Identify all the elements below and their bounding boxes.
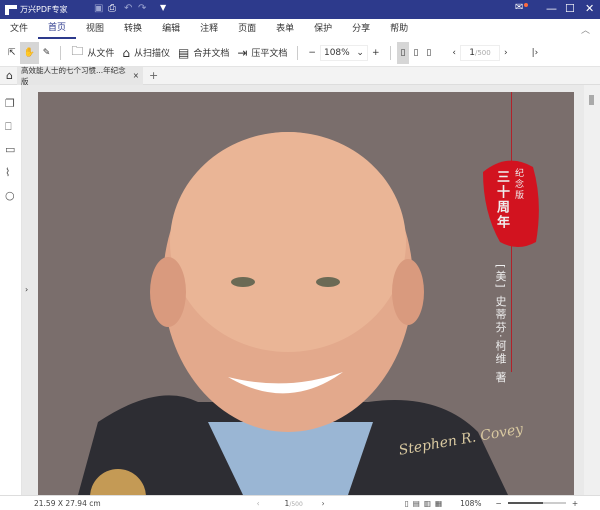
flatten-icon: ⇥	[237, 45, 248, 60]
minimize-button[interactable]: —	[546, 2, 557, 15]
zoom-select[interactable]: 108% ⌄	[319, 44, 368, 61]
merge-button[interactable]: ▤ 合并文档	[174, 42, 233, 64]
page-size: 21.59 X 27.94 cm	[34, 498, 101, 508]
app-title: 万兴PDF专家	[20, 5, 68, 14]
from-scanner-label: 从扫描仪	[133, 49, 170, 59]
select-tool-icon[interactable]: ⇱	[0, 42, 20, 64]
maximize-button[interactable]: ☐	[565, 2, 575, 15]
close-button[interactable]: ✕	[585, 2, 594, 15]
document-icon: ▤	[177, 45, 190, 60]
pdf-page: 三十周年 纪念版 [美] 史蒂芬·柯维 著 Stephen R. Covey	[38, 92, 574, 495]
status-page-total: /500	[289, 500, 303, 508]
from-scanner-button[interactable]: ⌂ 从扫描仪	[118, 42, 174, 64]
menu-protect[interactable]: 保护	[304, 19, 342, 39]
status-zoom: 108%	[460, 498, 482, 508]
menu-share[interactable]: 分享	[342, 19, 380, 39]
tab-bar: ⌂ 高效能人士的七个习惯...年纪念版 × +	[0, 65, 600, 86]
from-file-button[interactable]: 🗀 从文件	[67, 42, 118, 64]
view-mode-icons[interactable]: ▯▤▥▦	[405, 499, 446, 508]
menu-file[interactable]: 文件	[0, 19, 38, 39]
fit-width-icon[interactable]: ▯	[396, 41, 410, 64]
status-prev-page[interactable]: ‹	[257, 499, 260, 508]
title-bar: 万兴PDF专家 ▣ ⎙ ↶ ↷ ▼ ✉ — ☐ ✕	[0, 0, 600, 19]
undo-icon[interactable]: ↶	[124, 3, 132, 14]
scanner-icon: ⌂	[122, 45, 130, 60]
document-tab[interactable]: 高效能人士的七个习惯...年纪念版 ×	[16, 65, 143, 86]
zoom-value: 108%	[323, 47, 350, 58]
redo-icon[interactable]: ↷	[138, 3, 146, 14]
close-tab-icon[interactable]: ×	[133, 71, 139, 80]
bookmark-icon[interactable]: ⎕	[5, 120, 12, 134]
menu-convert[interactable]: 转换	[114, 19, 152, 39]
collapse-ribbon-icon[interactable]: ︿	[581, 23, 590, 36]
menu-view[interactable]: 视图	[76, 19, 114, 39]
next-page-button[interactable]: ›	[500, 42, 512, 64]
seal-main-text: 三十周年	[494, 170, 509, 230]
tab-label: 高效能人士的七个习惯...年纪念版	[20, 65, 126, 86]
app-logo-icon	[5, 4, 17, 15]
page-total: /500	[474, 48, 491, 57]
prev-page-button[interactable]: ‹	[448, 42, 460, 64]
left-sidebar: ❐ ⎕ ▭ ⌇ ○	[0, 85, 22, 495]
from-file-label: 从文件	[87, 49, 115, 59]
edit-tool-icon[interactable]: ✎	[39, 42, 55, 64]
folder-add-icon: 🗀	[71, 44, 84, 58]
actual-size-icon[interactable]: ▯	[422, 42, 435, 64]
menu-edit[interactable]: 编辑	[152, 19, 190, 39]
search-icon[interactable]: ○	[5, 189, 15, 202]
expand-sidebar-icon[interactable]: ›	[25, 285, 28, 294]
print-icon[interactable]: ⎙	[108, 3, 116, 14]
document-view: › 三十周年 纪念版 [美] 史蒂芬·柯维 著 Stephen R. Covey	[22, 85, 600, 495]
menu-help[interactable]: 帮助	[380, 19, 418, 39]
menu-bar: 文件 首页 视图 转换 编辑 注释 页面 表单 保护 分享 帮助 ︿	[0, 19, 600, 39]
hand-tool-icon[interactable]: ✋	[19, 41, 39, 64]
page-input[interactable]: 1/500	[459, 44, 500, 61]
status-page-input[interactable]: 1/500	[274, 499, 314, 508]
author-text: [美] 史蒂芬·柯维 著	[494, 264, 507, 385]
status-zoom-in[interactable]: +	[572, 499, 578, 508]
new-tab-button[interactable]: +	[149, 69, 158, 82]
comment-icon[interactable]: ▭	[5, 143, 15, 156]
attachment-icon[interactable]: ⌇	[5, 166, 10, 179]
menu-comment[interactable]: 注释	[190, 19, 228, 39]
save-icon[interactable]: ▣	[94, 3, 103, 14]
flatten-label: 压平文档	[251, 49, 288, 59]
thumbnails-icon[interactable]: ❐	[5, 97, 15, 110]
home-icon[interactable]: ⌂	[6, 69, 13, 82]
status-zoom-out[interactable]: −	[496, 499, 502, 508]
quick-access-dropdown-icon[interactable]: ▼	[160, 3, 166, 12]
merge-label: 合并文档	[193, 49, 230, 59]
menu-form[interactable]: 表单	[266, 19, 304, 39]
message-icon[interactable]: ✉	[515, 2, 523, 13]
chevron-down-icon: ⌄	[356, 47, 364, 58]
zoom-out-button[interactable]: −	[304, 42, 320, 64]
vertical-scrollbar[interactable]	[584, 85, 600, 495]
toolbar: ⇱ ✋ ✎ 🗀 从文件 ⌂ 从扫描仪 ▤ 合并文档 ⇥ 压平文档 − 108% ⌄ + ▯…	[0, 39, 600, 67]
zoom-slider[interactable]	[507, 502, 566, 504]
menu-page[interactable]: 页面	[228, 19, 266, 39]
zoom-in-button[interactable]: +	[368, 42, 384, 64]
status-next-page[interactable]: ›	[322, 499, 325, 508]
status-bar: 21.59 X 27.94 cm ‹ 1/500 › ▯▤▥▦ 108% − +	[0, 495, 600, 510]
flatten-button[interactable]: ⇥ 压平文档	[233, 42, 291, 64]
expand-panel-icon[interactable]: |›	[528, 42, 543, 64]
seal-small-text: 纪念版	[513, 168, 523, 201]
fit-page-icon[interactable]: ▯	[409, 42, 422, 64]
notification-dot	[524, 3, 528, 7]
menu-home[interactable]: 首页	[38, 19, 77, 39]
